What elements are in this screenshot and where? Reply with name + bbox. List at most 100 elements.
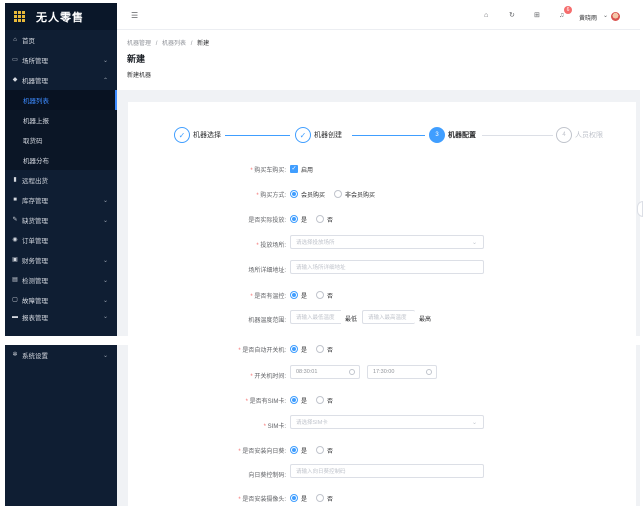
sidebar-item-stock[interactable]: ■ 库存管理 ⌄ — [5, 190, 117, 210]
sidebar-item-detect[interactable]: ▤ 检测管理 ⌄ — [5, 270, 117, 290]
camera-label: * 是否安装摄像头: — [238, 497, 286, 503]
chevron-down-icon: ⌄ — [102, 277, 108, 284]
clock-icon — [349, 369, 355, 375]
app-logo[interactable]: 无人零售 — [5, 3, 117, 30]
radio-sim-no[interactable]: 否 — [316, 396, 333, 405]
user-name[interactable]: 黄晓雨 — [579, 13, 597, 22]
report-icon: ▬ — [12, 313, 18, 320]
home-icon[interactable]: ⌂ — [484, 12, 488, 20]
sidebar-item-machine-map[interactable]: 机器分布 — [5, 150, 117, 170]
chevron-down-icon: ⌄ — [471, 239, 477, 246]
sunflower-label: * 是否安装向日葵: — [238, 449, 286, 455]
radio-deliver-yes[interactable]: 是 — [290, 215, 307, 224]
menu-toggle-icon[interactable]: ☰ — [131, 12, 138, 20]
sim-card-label: * SIM卡: — [263, 424, 286, 430]
check-icon: ✓ — [295, 127, 311, 143]
sidebar-item-remote-ship[interactable]: ▮ 远程出货 — [5, 170, 117, 190]
sim-label: * 是否有SIM卡: — [245, 399, 286, 405]
clock-icon — [426, 369, 432, 375]
chevron-down-icon: ⌄ — [102, 314, 108, 320]
home-icon: ⌂ — [13, 37, 17, 43]
temp-ctrl-label: * 是否有温控: — [250, 294, 286, 300]
sidebar-item-home[interactable]: ⌂ 首页 — [5, 30, 117, 50]
radio-auto-yes[interactable]: 是 — [290, 345, 307, 354]
chevron-down-icon: ⌄ — [603, 13, 609, 19]
switch-off-time-input[interactable]: 17:30:00 — [367, 365, 437, 379]
chevron-up-icon: ⌃ — [102, 77, 108, 84]
buy-mode-label: * 购买方式: — [256, 193, 286, 199]
sidebar-item-reports[interactable]: ▬ 报表管理 ⌄ — [5, 310, 117, 323]
place-detail-label: 场所详细地址: — [248, 268, 286, 274]
temp-range-label: 机器温度范围: — [248, 318, 286, 324]
radio-nonmember-buy[interactable]: 非会员购买 — [334, 190, 375, 199]
sim-radios: 是 否 — [290, 393, 342, 407]
cart-checkbox[interactable]: ✓ 启用 — [290, 162, 313, 176]
buy-mode-radios: 会员购买 非会员购买 — [290, 187, 384, 201]
auto-switch-radios: 是 否 — [290, 342, 342, 356]
sidebar-item-settings[interactable]: ✲ 系统设置 ⌄ — [5, 345, 117, 365]
chevron-down-icon: ⌄ — [102, 57, 108, 64]
sunflower-radios: 是 否 — [290, 443, 342, 457]
radio-sim-yes[interactable]: 是 — [290, 396, 307, 405]
temp-high-suffix: 最高 — [419, 317, 432, 323]
refresh-icon[interactable]: ↻ — [509, 12, 515, 20]
radio-sunflower-no[interactable]: 否 — [316, 446, 333, 455]
radio-temp-no[interactable]: 否 — [316, 291, 333, 300]
place-select[interactable]: 请选择投放场所 ⌄ — [290, 235, 484, 249]
check-icon: ✓ — [174, 127, 190, 143]
radio-camera-yes[interactable]: 是 — [290, 494, 307, 503]
radio-deliver-no[interactable]: 否 — [316, 215, 333, 224]
temp-low-input[interactable]: 请输入最低温度 — [290, 310, 341, 324]
step-machine-config: 3 机器配置 — [429, 127, 476, 143]
switch-on-time-input[interactable]: 08:30:01 — [290, 365, 360, 379]
android-icon: ◆ — [12, 77, 18, 83]
sidebar-item-machine-list[interactable]: 机器列表 — [5, 90, 117, 110]
apps-grid-icon — [14, 10, 26, 23]
sidebar-continued — [5, 345, 117, 506]
radio-camera-no[interactable]: 否 — [316, 494, 333, 503]
remote-icon: ▮ — [13, 177, 17, 183]
deliver-label: 是否实际投放: — [248, 218, 286, 224]
sim-card-select[interactable]: 请选择SIM卡 ⌄ — [290, 415, 484, 429]
place-detail-input[interactable]: 请输入场所详细地址 — [290, 260, 484, 274]
sunflower-code-input[interactable]: 请输入向日葵控制码 — [290, 464, 484, 478]
finance-icon: ▣ — [12, 257, 18, 263]
temp-high-input[interactable]: 请输入最高温度 — [362, 310, 415, 324]
step-machine-create: ✓ 机器创建 — [295, 127, 342, 143]
order-icon: ◉ — [12, 237, 18, 243]
sidebar-item-finance[interactable]: ▣ 财务管理 ⌄ — [5, 250, 117, 270]
camera-radios: 是 否 — [290, 491, 342, 505]
sidebar-item-orders[interactable]: ◉ 订单管理 — [5, 230, 117, 250]
detect-icon: ▤ — [12, 277, 18, 283]
notification-badge: 6 — [564, 6, 572, 14]
chevron-down-icon: ⌄ — [102, 257, 108, 264]
step-connector — [352, 135, 425, 136]
shop-icon: ▭ — [12, 57, 18, 63]
radio-sunflower-yes[interactable]: 是 — [290, 446, 307, 455]
radio-temp-yes[interactable]: 是 — [290, 291, 307, 300]
bell-icon[interactable]: ♫ — [559, 12, 564, 20]
scroll-handle[interactable] — [637, 201, 643, 217]
sidebar-item-places[interactable]: ▭ 场所管理 ⌄ — [5, 50, 117, 70]
place-label: * 投放场所: — [256, 243, 286, 249]
switch-time-label: * 开关机时间: — [250, 374, 286, 380]
sidebar-item-machines[interactable]: ◆ 机器管理 ⌃ — [5, 70, 117, 90]
gear-icon: ✲ — [12, 352, 18, 358]
avatar[interactable] — [611, 12, 620, 21]
apps-icon[interactable]: ⊞ — [534, 12, 540, 20]
radio-auto-no[interactable]: 否 — [316, 345, 333, 354]
stock-icon: ■ — [13, 197, 17, 203]
radio-member-buy[interactable]: 会员购买 — [290, 190, 325, 199]
sidebar-item-fault[interactable]: ▢ 故障管理 ⌄ — [5, 290, 117, 310]
page-subtitle: 新建机器 — [127, 73, 152, 79]
step-machine-select: ✓ 机器选择 — [174, 127, 221, 143]
sidebar-item-machine-report[interactable]: 机器上报 — [5, 110, 117, 130]
sidebar-item-pickup-code[interactable]: 取货码 — [5, 130, 117, 150]
chevron-down-icon: ⌄ — [102, 197, 108, 204]
step-connector — [225, 135, 290, 136]
shortage-icon: ✎ — [12, 217, 18, 223]
temp-low-suffix: 最低 — [345, 317, 358, 323]
step-permissions: 4 人员权限 — [556, 127, 603, 143]
sidebar-item-shortage[interactable]: ✎ 缺货管理 ⌄ — [5, 210, 117, 230]
auto-switch-label: * 是否自动开关机: — [238, 348, 286, 354]
